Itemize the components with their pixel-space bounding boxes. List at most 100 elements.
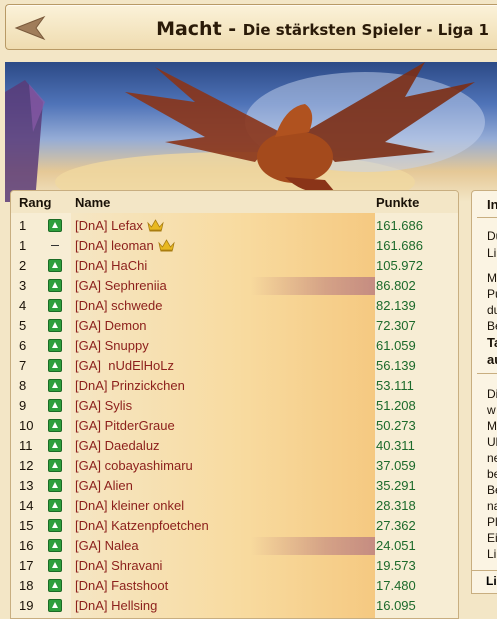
table-row[interactable]: 4 [DnA] schwede 82.139	[11, 295, 458, 315]
player-name-link[interactable]: [DnA] kleiner onkel	[75, 498, 184, 513]
trend-up-icon	[48, 359, 62, 372]
trend-up-icon	[48, 279, 62, 292]
crown-icon	[147, 219, 164, 232]
trend-up-icon	[48, 219, 62, 232]
table-row[interactable]: 2 [DnA] HaChi 105.972	[11, 255, 458, 275]
player-name-link[interactable]: [DnA] Hellsing	[75, 598, 157, 613]
table-row[interactable]: 3 [GA] Sephreniia 86.802	[11, 275, 458, 295]
table-row[interactable]: 14 [DnA] kleiner onkel 28.318	[11, 495, 458, 515]
rank-cell: 13	[19, 478, 34, 493]
points-cell: 86.802	[376, 278, 416, 293]
player-name-link[interactable]: [DnA] Lefax	[75, 218, 164, 233]
table-row[interactable]: 1 [DnA] Lefax 161.686	[11, 215, 458, 235]
column-header-points[interactable]: Punkte	[376, 195, 419, 210]
info-text: Be	[487, 483, 497, 497]
trend-up-icon	[48, 539, 62, 552]
table-row[interactable]: 9 [GA] Sylis 51.208	[11, 395, 458, 415]
player-name-link[interactable]: [GA] Nalea	[75, 538, 139, 553]
info-panel-footer[interactable]: Li	[471, 570, 497, 594]
table-row[interactable]: 12 [GA] cobayashimaru 37.059	[11, 455, 458, 475]
player-name-link[interactable]: [DnA] Fastshoot	[75, 578, 168, 593]
table-header: Rang Name Punkte	[11, 191, 458, 213]
column-header-name[interactable]: Name	[75, 195, 110, 210]
trend-up-icon	[48, 479, 62, 492]
points-cell: 37.059	[376, 458, 416, 473]
trend-up-icon	[48, 339, 62, 352]
player-name-link[interactable]: [GA] nUdElHoLz	[75, 358, 174, 373]
table-row[interactable]: 7 [GA] nUdElHoLz 56.139	[11, 355, 458, 375]
info-text: Li	[487, 547, 497, 561]
points-cell: 17.480	[376, 578, 416, 593]
trend-up-icon	[48, 399, 62, 412]
rank-cell: 5	[19, 318, 27, 333]
column-header-rank[interactable]: Rang	[19, 195, 52, 210]
table-row[interactable]: 5 [GA] Demon 72.307	[11, 315, 458, 335]
rank-cell: 10	[19, 418, 34, 433]
rank-cell: 18	[19, 578, 34, 593]
player-name-link[interactable]: [DnA] Katzenpfoetchen	[75, 518, 209, 533]
table-row[interactable]: 6 [GA] Snuppy 61.059	[11, 335, 458, 355]
table-row[interactable]: 11 [GA] Daedaluz 40.311	[11, 435, 458, 455]
player-name-link[interactable]: [GA] Daedaluz	[75, 438, 160, 453]
player-name-link[interactable]: [DnA] leoman	[75, 238, 175, 253]
rank-cell: 19	[19, 598, 34, 613]
trend-up-icon	[48, 319, 62, 332]
player-name: [DnA] Lefax	[75, 218, 143, 233]
player-name: [GA] Snuppy	[75, 338, 149, 353]
rank-cell: 7	[19, 358, 27, 373]
player-name: [DnA] leoman	[75, 238, 154, 253]
points-cell: 51.208	[376, 398, 416, 413]
points-cell: 56.139	[376, 358, 416, 373]
trend-up-icon	[48, 459, 62, 472]
table-row[interactable]: 16 [GA] Nalea 24.051	[11, 535, 458, 555]
rank-cell: 4	[19, 298, 27, 313]
back-button[interactable]	[14, 15, 50, 41]
player-name-link[interactable]: [GA] Demon	[75, 318, 147, 333]
table-row[interactable]: 10 [GA] PitderGraue 50.273	[11, 415, 458, 435]
info-text: na	[487, 499, 497, 513]
rank-cell: 17	[19, 558, 34, 573]
info-text: Pl	[487, 515, 497, 529]
trend-up-icon	[48, 439, 62, 452]
player-name: [GA] PitderGraue	[75, 418, 175, 433]
player-name-link[interactable]: [DnA] Shravani	[75, 558, 162, 573]
player-name-link[interactable]: [GA] Sylis	[75, 398, 132, 413]
player-name-link[interactable]: [GA] cobayashimaru	[75, 458, 193, 473]
points-cell: 53.111	[376, 378, 414, 393]
player-name-link[interactable]: [DnA] HaChi	[75, 258, 147, 273]
rank-cell: 3	[19, 278, 27, 293]
table-row[interactable]: 8 [DnA] Prinzickchen 53.111	[11, 375, 458, 395]
player-name: [DnA] Katzenpfoetchen	[75, 518, 209, 533]
dragon-banner-image	[5, 62, 497, 202]
table-row[interactable]: 1 [DnA] leoman 161.686	[11, 235, 458, 255]
trend-up-icon	[48, 559, 62, 572]
rank-cell: 9	[19, 398, 27, 413]
points-cell: 16.095	[376, 598, 416, 613]
info-panel-title: In	[487, 197, 497, 212]
player-name-link[interactable]: [GA] Alien	[75, 478, 133, 493]
player-name-link[interactable]: [GA] Sephreniia	[75, 278, 167, 293]
page-title-sub: Die stärksten Spieler - Liga 1	[242, 21, 489, 39]
player-name-link[interactable]: [GA] PitderGraue	[75, 418, 175, 433]
table-row[interactable]: 18 [DnA] Fastshoot 17.480	[11, 575, 458, 595]
info-panel: In Du Li M Pu du Be Ta au Di w M Ul ne b…	[471, 190, 497, 594]
table-row[interactable]: 13 [GA] Alien 35.291	[11, 475, 458, 495]
info-text: M	[487, 271, 497, 285]
player-name: [GA] Nalea	[75, 538, 139, 553]
points-cell: 72.307	[376, 318, 416, 333]
player-name-link[interactable]: [DnA] Prinzickchen	[75, 378, 185, 393]
player-name-link[interactable]: [GA] Snuppy	[75, 338, 149, 353]
table-row[interactable]: 19 [DnA] Hellsing 16.095	[11, 595, 458, 615]
rank-cell: 1	[19, 218, 27, 233]
info-text: Ta	[487, 335, 497, 350]
player-name-link[interactable]: [DnA] schwede	[75, 298, 162, 313]
trend-unchanged-icon	[48, 239, 62, 252]
table-row[interactable]: 17 [DnA] Shravani 19.573	[11, 555, 458, 575]
rank-cell: 16	[19, 538, 34, 553]
trend-up-icon	[48, 299, 62, 312]
page-title: Macht - Die stärksten Spieler - Liga 1	[156, 18, 489, 40]
rank-cell: 11	[19, 438, 33, 453]
points-cell: 40.311	[376, 438, 415, 453]
table-row[interactable]: 15 [DnA] Katzenpfoetchen 27.362	[11, 515, 458, 535]
table-body: 1 [DnA] Lefax 161.686 1 [DnA] leoman 161.686 2…	[11, 215, 458, 615]
